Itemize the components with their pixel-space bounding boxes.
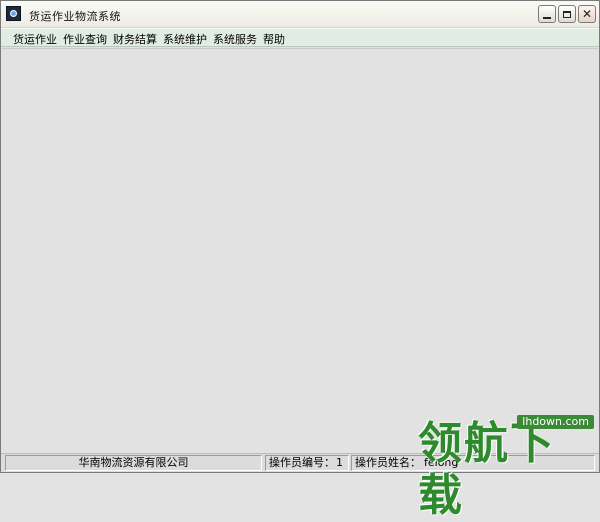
status-operator-id: 操作员编号： 1	[265, 455, 349, 471]
operator-id-label: 操作员编号：	[269, 456, 335, 469]
menu-system-services[interactable]: 系统服务	[213, 31, 257, 47]
status-company: 华南物流资源有限公司	[5, 455, 262, 471]
mdi-client-area[interactable]	[2, 48, 598, 453]
minimize-icon	[543, 17, 551, 19]
minimize-button[interactable]	[538, 5, 556, 23]
app-icon[interactable]	[6, 6, 21, 21]
watermark: 领航下载 lhdown.com	[418, 404, 598, 521]
menu-bar: 货运作业 作业查询 财务结算 系统维护 系统服务 帮助	[1, 28, 599, 47]
menu-financial-settlement[interactable]: 财务结算	[113, 31, 157, 47]
maximize-button[interactable]	[558, 5, 576, 23]
menu-help[interactable]: 帮助	[263, 31, 285, 47]
close-button[interactable]: ✕	[578, 5, 596, 23]
title-bar[interactable]: 货运作业物流系统 ✕	[1, 1, 599, 28]
window-title: 货运作业物流系统	[29, 10, 121, 23]
menu-operation-query[interactable]: 作业查询	[63, 31, 107, 47]
operator-id-value: 1	[336, 456, 343, 469]
menu-freight-operations[interactable]: 货运作业	[13, 31, 57, 47]
watermark-url: lhdown.com	[517, 415, 594, 429]
operator-name-label: 操作员姓名：	[355, 456, 421, 469]
company-name: 华南物流资源有限公司	[78, 456, 189, 469]
app-window: 货运作业物流系统 ✕ 货运作业 作业查询 财务结算 系统维护 系统服务 帮助 华…	[0, 0, 600, 473]
close-icon: ✕	[581, 7, 593, 21]
maximize-icon	[563, 10, 571, 18]
watermark-brand: 领航下载	[418, 418, 556, 521]
menu-system-maintenance[interactable]: 系统维护	[163, 31, 207, 47]
